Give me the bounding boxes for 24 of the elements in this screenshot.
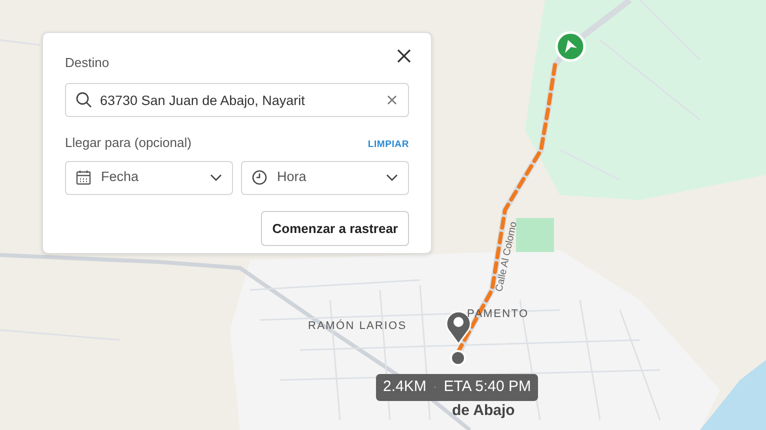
close-icon	[387, 95, 397, 105]
area-label: PAMENTO	[467, 307, 529, 322]
separator-dot: ·	[433, 380, 437, 395]
date-select[interactable]: Fecha	[65, 160, 233, 194]
clear-link[interactable]: LIMPIAR	[368, 138, 409, 152]
area-label: RAMÓN LARIOS	[308, 318, 407, 334]
search-icon	[76, 92, 92, 108]
search-field[interactable]: 63730 San Juan de Abajo, Nayarit	[65, 83, 409, 117]
chevron-down-icon	[386, 174, 398, 182]
street-label: Calle Al Colomo	[492, 220, 520, 294]
location-dot-icon	[449, 349, 467, 367]
clock-icon	[252, 170, 267, 185]
start-tracking-button[interactable]: Comenzar a rastrear	[261, 210, 409, 246]
town-label: de Abajo	[452, 401, 515, 421]
distance-text: 2.4KM	[383, 377, 426, 397]
eta-text: ETA 5:40 PM	[444, 377, 531, 397]
calendar-icon	[76, 170, 91, 185]
close-icon	[397, 49, 411, 63]
clear-input-button[interactable]	[387, 95, 397, 105]
field-label: Destino	[65, 55, 110, 70]
chevron-down-icon	[210, 174, 222, 182]
field-label: Llegar para (opcional)	[65, 134, 192, 152]
close-button[interactable]	[397, 49, 411, 63]
time-select[interactable]: Hora	[241, 160, 409, 194]
